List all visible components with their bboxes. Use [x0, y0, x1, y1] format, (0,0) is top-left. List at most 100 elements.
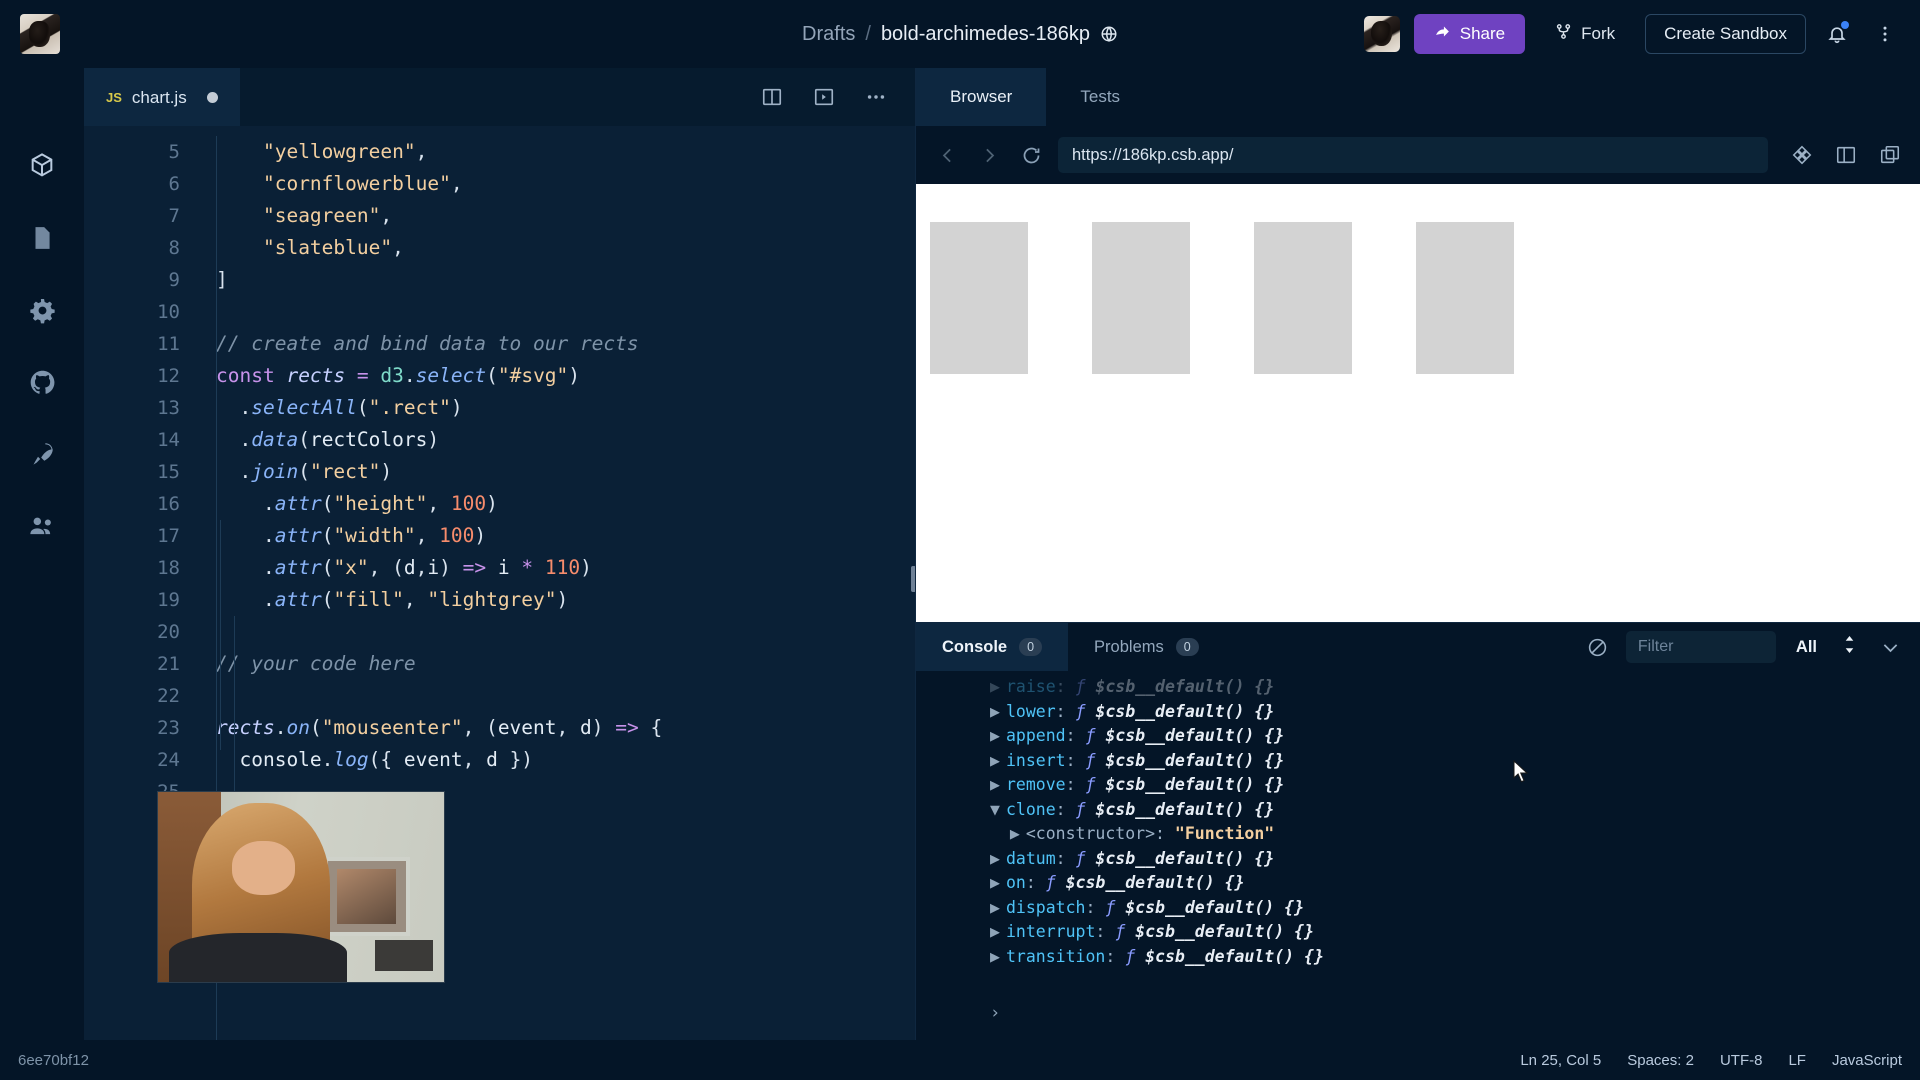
chevron-down-icon[interactable]: [1876, 633, 1904, 661]
line-number: 19: [84, 584, 180, 616]
sidebar-item-github[interactable]: [24, 364, 60, 400]
line-number: 7: [84, 200, 180, 232]
share-button[interactable]: Share: [1414, 14, 1525, 54]
code-line[interactable]: .data(rectColors): [216, 424, 915, 456]
tab-console[interactable]: Console 0: [916, 623, 1068, 671]
workspace-logo-icon[interactable]: [20, 14, 60, 54]
console-output[interactable]: ▶raise: ƒ $csb__default() {}▶lower: ƒ $c…: [916, 671, 1920, 986]
code-line[interactable]: // create and bind data to our rects: [216, 328, 915, 360]
pane-resize-handle[interactable]: [911, 566, 915, 592]
preview-rect: [930, 222, 1028, 374]
sidebar-item-deploy[interactable]: [24, 436, 60, 472]
tabstrip-spacer: [240, 68, 733, 126]
line-number: 8: [84, 232, 180, 264]
console-log-row[interactable]: ▶datum: ƒ $csb__default() {}: [990, 847, 1920, 872]
cursor-position[interactable]: Ln 25, Col 5: [1520, 1052, 1601, 1069]
preview-rect: [1092, 222, 1190, 374]
preview-iframe[interactable]: [916, 184, 1920, 622]
back-arrow-icon[interactable]: [932, 140, 962, 170]
breadcrumb-workspace[interactable]: Drafts: [802, 23, 855, 46]
sandbox-title[interactable]: bold-archimedes-186kp: [881, 23, 1090, 46]
console-log-row[interactable]: ▶transition: ƒ $csb__default() {}: [990, 945, 1920, 970]
code-line[interactable]: rects.on("mouseenter", (event, d) => {: [216, 712, 915, 744]
globe-icon[interactable]: [1100, 25, 1118, 43]
console-level-select[interactable]: All: [1790, 635, 1862, 659]
console-log-row[interactable]: ▶interrupt: ƒ $csb__default() {}: [990, 920, 1920, 945]
console-log-row[interactable]: ▶<constructor>: "Function": [990, 822, 1920, 847]
codesandbox-window: Drafts / bold-archimedes-186kp Share: [0, 0, 1920, 1080]
eol-setting[interactable]: LF: [1788, 1052, 1806, 1069]
js-file-icon: JS: [106, 90, 122, 105]
console-prompt-chevron-icon: ›: [990, 1003, 1000, 1023]
clear-console-icon[interactable]: [1584, 633, 1612, 661]
fork-button[interactable]: Fork: [1539, 14, 1631, 54]
code-line[interactable]: // your code here: [216, 648, 915, 680]
console-log-row[interactable]: ▼clone: ƒ $csb__default() {}: [990, 798, 1920, 823]
encoding[interactable]: UTF-8: [1720, 1052, 1763, 1069]
code-line[interactable]: [216, 680, 915, 712]
responsive-mode-icon[interactable]: [1788, 141, 1816, 169]
webcam-video-overlay[interactable]: [158, 792, 444, 982]
indentation-setting[interactable]: Spaces: 2: [1627, 1052, 1694, 1069]
bell-icon[interactable]: [1820, 17, 1854, 51]
code-line[interactable]: .attr("x", (d,i) => i * 110): [216, 552, 915, 584]
avatar[interactable]: [1364, 16, 1400, 52]
activity-bar: [0, 68, 84, 1040]
code-line[interactable]: [216, 296, 915, 328]
code-line[interactable]: ]: [216, 264, 915, 296]
console-level-value: All: [1796, 638, 1817, 657]
tab-tests-label: Tests: [1080, 87, 1120, 107]
open-external-window-icon[interactable]: [1876, 141, 1904, 169]
console-count-badge: 0: [1019, 638, 1042, 656]
code-line[interactable]: .attr("height", 100): [216, 488, 915, 520]
sidebar-item-files[interactable]: [24, 220, 60, 256]
line-number: 14: [84, 424, 180, 456]
split-preview-icon[interactable]: [1832, 141, 1860, 169]
indent-guide: [220, 520, 221, 750]
editor-more-icon[interactable]: [859, 80, 893, 114]
code-line[interactable]: .attr("fill", "lightgrey"): [216, 584, 915, 616]
code-line[interactable]: const rects = d3.select("#svg"): [216, 360, 915, 392]
sidebar-item-collaborators[interactable]: [24, 508, 60, 544]
code-line[interactable]: .join("rect"): [216, 456, 915, 488]
code-line[interactable]: [216, 616, 915, 648]
open-preview-icon[interactable]: [807, 80, 841, 114]
tab-problems[interactable]: Problems 0: [1068, 623, 1225, 671]
status-bar-right: Ln 25, Col 5 Spaces: 2 UTF-8 LF JavaScri…: [1520, 1052, 1902, 1069]
console-panel: Console 0 Problems 0: [916, 622, 1920, 1040]
code-line[interactable]: "cornflowerblue",: [216, 168, 915, 200]
line-number: 15: [84, 456, 180, 488]
console-log-row[interactable]: ▶append: ƒ $csb__default() {}: [990, 724, 1920, 749]
reload-icon[interactable]: [1016, 140, 1046, 170]
editor-tab-chartjs[interactable]: JS chart.js: [84, 68, 240, 126]
console-log-row[interactable]: ▶insert: ƒ $csb__default() {}: [990, 749, 1920, 774]
code-line[interactable]: .attr("width", 100): [216, 520, 915, 552]
console-log-row[interactable]: ▶raise: ƒ $csb__default() {}: [990, 675, 1920, 700]
code-line[interactable]: "slateblue",: [216, 232, 915, 264]
console-input-prompt[interactable]: ›: [916, 986, 1920, 1040]
console-log-row[interactable]: ▶lower: ƒ $csb__default() {}: [990, 700, 1920, 725]
tab-browser[interactable]: Browser: [916, 68, 1046, 126]
code-line[interactable]: "seagreen",: [216, 200, 915, 232]
create-sandbox-button[interactable]: Create Sandbox: [1645, 14, 1806, 54]
console-log-row[interactable]: ▶on: ƒ $csb__default() {}: [990, 871, 1920, 896]
kebab-menu-icon[interactable]: [1868, 17, 1902, 51]
sidebar-item-settings[interactable]: [24, 292, 60, 328]
console-log-row[interactable]: ▶remove: ƒ $csb__default() {}: [990, 773, 1920, 798]
commit-hash[interactable]: 6ee70bf12: [18, 1052, 89, 1069]
code-line[interactable]: console.log({ event, d }): [216, 744, 915, 776]
code-line[interactable]: "yellowgreen",: [216, 136, 915, 168]
forward-arrow-icon[interactable]: [974, 140, 1004, 170]
line-number: 24: [84, 744, 180, 776]
console-filter-input[interactable]: [1626, 631, 1776, 663]
url-input[interactable]: [1058, 137, 1768, 173]
language-mode[interactable]: JavaScript: [1832, 1052, 1902, 1069]
code-line[interactable]: .selectAll(".rect"): [216, 392, 915, 424]
console-log-row[interactable]: ▶dispatch: ƒ $csb__default() {}: [990, 896, 1920, 921]
sidebar-item-sandbox[interactable]: [24, 148, 60, 184]
line-number: 6: [84, 168, 180, 200]
share-label: Share: [1460, 24, 1505, 44]
line-number: 18: [84, 552, 180, 584]
split-editor-icon[interactable]: [755, 80, 789, 114]
tab-tests[interactable]: Tests: [1046, 68, 1154, 126]
